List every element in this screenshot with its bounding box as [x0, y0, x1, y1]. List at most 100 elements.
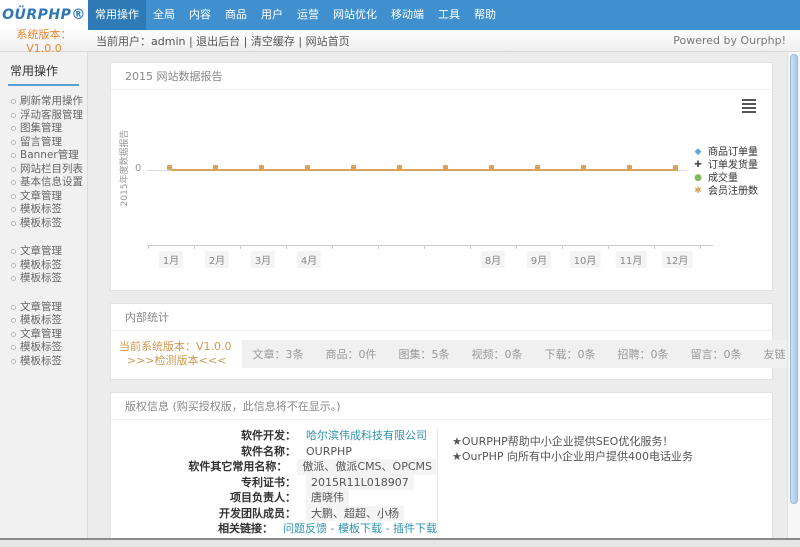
stat-chip: 商品：0件: [315, 340, 388, 368]
system-version-label: 系统版本：V1.0.0: [0, 26, 88, 55]
sidebar-item-label: 图集管理: [20, 122, 62, 136]
bullet-icon: [11, 332, 16, 337]
legend-marker-icon: ✚: [690, 159, 706, 172]
x-tick-label-4月: 4月: [297, 251, 321, 268]
sidebar-item-label: 模板标签: [20, 314, 62, 328]
bullet-icon: [11, 180, 16, 185]
sidebar-item[interactable]: Banner管理: [0, 149, 87, 163]
sidebar-item[interactable]: 文章管理: [0, 328, 87, 342]
bullet-icon: [11, 113, 16, 118]
bullet-icon: [11, 249, 16, 254]
stats-panel-title: 内部统计: [111, 304, 772, 331]
sidebar-item-label: 模板标签: [20, 341, 62, 355]
sidebar-group-1: 文章管理模板标签模板标签: [0, 245, 87, 286]
bullet-icon: [11, 167, 16, 172]
nav-item-0[interactable]: 常用操作: [88, 0, 146, 30]
nav-item-9[interactable]: 帮助: [467, 0, 503, 30]
sidebar-item[interactable]: 文章管理: [0, 245, 87, 259]
bullet-icon: [11, 221, 16, 226]
copyright-row-value[interactable]: 问题反馈 - 模板下载 - 插件下载: [283, 521, 437, 537]
sidebar-item[interactable]: 模板标签: [0, 272, 87, 286]
sidebar-item[interactable]: 网站栏目列表: [0, 163, 87, 177]
x-tick-label-10月: 10月: [570, 251, 601, 268]
sidebar-item[interactable]: 模板标签: [0, 314, 87, 328]
data-point-11月: [627, 165, 632, 170]
sidebar-item[interactable]: 留言管理: [0, 136, 87, 150]
sidebar-item[interactable]: 模板标签: [0, 355, 87, 369]
legend-item[interactable]: ✚订单发货量: [690, 159, 758, 172]
data-point-2月: [213, 165, 218, 170]
bullet-icon: [11, 318, 16, 323]
sidebar-item[interactable]: 文章管理: [0, 190, 87, 204]
legend-item[interactable]: ◆商品订单量: [690, 146, 758, 159]
legend-item[interactable]: ●成交量: [690, 172, 758, 185]
bullet-icon: [11, 345, 16, 350]
legend-item[interactable]: ✱会员注册数: [690, 185, 758, 198]
stat-chip: 下载：0条: [534, 340, 607, 368]
data-point-8月: [489, 165, 494, 170]
stats-panel: 内部统计 当前系统版本：V1.0.0 >>>检测版本<<< 文章：3条商品：0件…: [110, 303, 773, 380]
sidebar-item[interactable]: 图集管理: [0, 122, 87, 136]
nav-item-3[interactable]: 商品: [218, 0, 254, 30]
copyright-row-value: 2015R11L018907: [306, 475, 414, 491]
x-axis-line: [147, 245, 713, 246]
sidebar-item-label: 基本信息设置: [20, 176, 83, 190]
app-window: OÜRPHP® 常用操作全局内容商品用户运营网站优化移动端工具帮助 系统版本：V…: [0, 0, 800, 547]
sidebar-item-label: 模板标签: [20, 203, 62, 217]
sidebar-item-label: 刷新常用操作: [20, 95, 83, 109]
data-point-3月: [259, 165, 264, 170]
bullet-icon: [11, 207, 16, 212]
copyright-row-label: 开发团队成员：: [121, 506, 296, 522]
current-user-links[interactable]: 当前用户：admin | 退出后台 | 清空缓存 | 网站首页: [88, 33, 673, 49]
bullet-icon: [11, 263, 16, 268]
sidebar-item-label: 模板标签: [20, 272, 62, 286]
sidebar-item[interactable]: 浮动客服管理: [0, 109, 87, 123]
bullet-icon: [11, 140, 16, 145]
nav-item-7[interactable]: 移动端: [384, 0, 431, 30]
copyright-row: 软件开发： 哈尔滨伟成科技有限公司: [121, 428, 437, 444]
legend-label: 成交量: [708, 172, 738, 185]
y-axis-label: 2015年度数据报告: [119, 103, 131, 233]
bullet-icon: [11, 194, 16, 199]
sidebar-item[interactable]: 基本信息设置: [0, 176, 87, 190]
copyright-row-value[interactable]: 哈尔滨伟成科技有限公司: [306, 428, 427, 444]
stat-chip: 招聘：0条: [607, 340, 680, 368]
copyright-row: 专利证书：2015R11L018907: [121, 475, 437, 491]
sidebar-item[interactable]: 模板标签: [0, 217, 87, 231]
copyright-row-label: 软件其它常用名称：: [121, 459, 287, 475]
copyright-row-label: 软件开发：: [121, 428, 296, 444]
check-version-link[interactable]: >>>检测版本<<<: [119, 354, 232, 368]
scrollbar[interactable]: [787, 52, 800, 538]
sidebar-item[interactable]: 模板标签: [0, 203, 87, 217]
powered-by-label: Powered by Ourphp!: [673, 34, 800, 47]
copyright-row-value: 大鹏、超超、小杨: [306, 506, 404, 522]
chart-area: 2015年度数据报告 0 1月2月3月4月8月9月10月11月12月 ◆商品订单…: [111, 90, 772, 290]
nav-item-6[interactable]: 网站优化: [326, 0, 384, 30]
nav-item-4[interactable]: 用户: [254, 0, 290, 30]
copyright-row: 相关链接：问题反馈 - 模板下载 - 插件下载: [121, 521, 437, 537]
legend-marker-icon: ◆: [690, 146, 706, 159]
copyright-row: 开发团队成员： 大鹏、超超、小杨: [121, 506, 437, 522]
nav-item-2[interactable]: 内容: [182, 0, 218, 30]
sidebar-item[interactable]: 刷新常用操作: [0, 95, 87, 109]
nav-item-5[interactable]: 运营: [290, 0, 326, 30]
sidebar-item[interactable]: 模板标签: [0, 259, 87, 273]
chart-menu-icon[interactable]: [742, 99, 756, 115]
scrollbar-thumb[interactable]: [790, 54, 798, 504]
copyright-row-value: OURPHP: [306, 444, 352, 460]
nav-item-8[interactable]: 工具: [431, 0, 467, 30]
x-axis-tick: [654, 245, 655, 249]
sidebar-item-label: 文章管理: [20, 245, 62, 259]
copyright-panel: 版权信息 (购买授权版，此信息将不在显示。) 软件开发：哈尔滨伟成科技有限公司软…: [110, 392, 773, 538]
nav-item-1[interactable]: 全局: [146, 0, 182, 30]
sidebar-item[interactable]: 模板标签: [0, 341, 87, 355]
sidebar-item[interactable]: 文章管理: [0, 301, 87, 315]
x-tick-label-8月: 8月: [481, 251, 505, 268]
sidebar-item-label: 模板标签: [20, 217, 62, 231]
x-tick-label-11月: 11月: [616, 251, 647, 268]
sidebar-groups: 刷新常用操作浮动客服管理图集管理留言管理Banner管理网站栏目列表基本信息设置…: [0, 95, 87, 368]
data-point-4月: [305, 165, 310, 170]
copyright-row-label: 软件名称：: [121, 444, 296, 460]
sidebar-item-label: 文章管理: [20, 328, 62, 342]
sidebar-item-label: 网站栏目列表: [20, 163, 83, 177]
